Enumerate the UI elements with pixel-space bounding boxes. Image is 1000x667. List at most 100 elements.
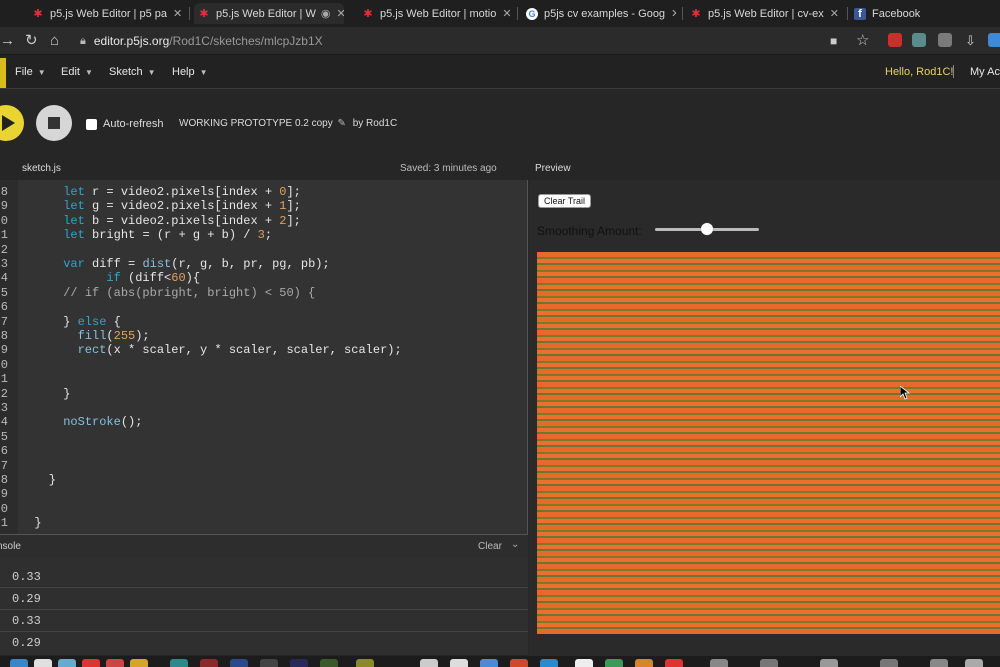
app-icon[interactable] bbox=[130, 659, 148, 667]
app-icon[interactable] bbox=[356, 659, 374, 667]
facebook-icon: f bbox=[854, 7, 866, 20]
back-arrow-icon[interactable]: → bbox=[0, 32, 15, 50]
close-icon[interactable]: ✕ bbox=[502, 7, 511, 20]
close-icon[interactable]: ✕ bbox=[671, 7, 676, 20]
app-icon[interactable] bbox=[320, 659, 338, 667]
browser-toolbar: → ↻ ⌂ 🔒︎ editor.p5js.org /Rod1C/sketches… bbox=[0, 27, 1000, 55]
download-icon[interactable]: ⇩ bbox=[965, 32, 976, 50]
console-clear-button[interactable]: Clear bbox=[478, 541, 502, 552]
close-icon[interactable]: ✕ bbox=[830, 7, 839, 20]
menu-file[interactable]: File ▼ bbox=[15, 66, 46, 78]
sketch-canvas[interactable] bbox=[537, 252, 1000, 634]
app-icon[interactable] bbox=[820, 659, 838, 667]
my-account-link[interactable]: My Ac bbox=[970, 66, 1000, 78]
close-icon[interactable]: ✕ bbox=[336, 7, 344, 20]
console-divider bbox=[0, 587, 528, 588]
menu-label: Sketch bbox=[109, 66, 143, 78]
line-number: 7 bbox=[0, 458, 8, 473]
line-number: 1 bbox=[0, 516, 8, 531]
browser-tab[interactable]: ✱ p5.js Web Editor | motio ✕ bbox=[362, 3, 512, 24]
file-tab[interactable]: sketch.js bbox=[22, 163, 61, 174]
extension-icon[interactable] bbox=[988, 33, 1000, 47]
home-icon[interactable]: ⌂ bbox=[50, 32, 59, 50]
browser-tab[interactable]: ✱ p5.js Web Editor | p5 pa ✕ bbox=[32, 3, 182, 24]
app-icon[interactable] bbox=[106, 659, 124, 667]
app-icon[interactable] bbox=[260, 659, 278, 667]
browser-tab[interactable]: G p5js cv examples - Goog ✕ bbox=[526, 3, 676, 24]
app-icon[interactable] bbox=[760, 659, 778, 667]
adblock-icon[interactable] bbox=[888, 33, 902, 47]
app-icon[interactable] bbox=[480, 659, 498, 667]
line-gutter: 8 9 0 1 2 3 4 5 6 7 8 9 0 1 2 3 4 5 6 7 … bbox=[0, 180, 18, 534]
app-icon[interactable] bbox=[230, 659, 248, 667]
app-icon[interactable] bbox=[34, 659, 52, 667]
tab-divider bbox=[847, 7, 848, 20]
app-icon[interactable] bbox=[290, 659, 308, 667]
camera-icon[interactable]: ■ bbox=[830, 32, 837, 50]
smoothing-label: Smoothing Amount: bbox=[537, 224, 642, 238]
smoothing-slider-thumb[interactable] bbox=[701, 223, 713, 235]
code-line: rect(x * scaler, y * scaler, scaler, sca… bbox=[77, 343, 402, 358]
extension-icon[interactable] bbox=[912, 33, 926, 47]
app-icon[interactable] bbox=[965, 659, 983, 667]
app-icon[interactable] bbox=[170, 659, 188, 667]
line-number: 5 bbox=[0, 429, 8, 444]
auto-refresh-toggle[interactable]: Auto-refresh bbox=[86, 118, 164, 130]
app-icon[interactable] bbox=[635, 659, 653, 667]
code-line: } bbox=[20, 473, 57, 487]
app-icon[interactable] bbox=[200, 659, 218, 667]
extension-icon[interactable] bbox=[938, 33, 952, 47]
app-icon[interactable] bbox=[450, 659, 468, 667]
line-number: 6 bbox=[0, 444, 8, 459]
editor-header: sketch.js Saved: 3 minutes ago bbox=[0, 157, 528, 179]
app-icon[interactable] bbox=[58, 659, 76, 667]
browser-tab-strip: ✱ p5.js Web Editor | p5 pa ✕ ✱ p5.js Web… bbox=[0, 0, 1000, 27]
app-icon[interactable] bbox=[10, 659, 28, 667]
code-line: } bbox=[20, 516, 42, 531]
stop-button[interactable] bbox=[36, 105, 72, 141]
app-icon[interactable] bbox=[930, 659, 948, 667]
chevron-down-icon[interactable]: ⌄ bbox=[511, 539, 519, 550]
url-path: /Rod1C/sketches/mlcpJzb1X bbox=[169, 34, 323, 48]
browser-tab[interactable]: ✱ p5.js Web Editor | cv-ex ✕ bbox=[690, 3, 840, 24]
code-editor[interactable]: 8 9 0 1 2 3 4 5 6 7 8 9 0 1 2 3 4 5 6 7 … bbox=[0, 180, 528, 534]
code-line: var diff = dist(r, g, b, pr, pg, pb); bbox=[63, 257, 330, 271]
chevron-down-icon: ▼ bbox=[84, 68, 93, 77]
reload-icon[interactable]: ↻ bbox=[25, 32, 38, 50]
auto-refresh-checkbox[interactable] bbox=[86, 118, 97, 130]
user-greeting[interactable]: Hello, Rod1C! bbox=[885, 66, 953, 78]
line-number: 1 bbox=[0, 228, 8, 243]
menu-divider bbox=[953, 65, 954, 78]
app-icon[interactable] bbox=[420, 659, 438, 667]
menu-help[interactable]: Help ▼ bbox=[172, 66, 208, 78]
menu-sketch[interactable]: Sketch ▼ bbox=[109, 66, 156, 78]
line-number: 0 bbox=[0, 357, 8, 372]
line-number: 4 bbox=[0, 271, 8, 286]
star-icon[interactable]: ☆ bbox=[856, 32, 869, 50]
app-icon[interactable] bbox=[575, 659, 593, 667]
line-number: 0 bbox=[0, 501, 8, 516]
pencil-icon[interactable]: ✎ bbox=[338, 118, 346, 129]
browser-tab[interactable]: f Facebook bbox=[854, 3, 1000, 24]
saved-status: Saved: 3 minutes ago bbox=[400, 163, 497, 174]
app-icon[interactable] bbox=[880, 659, 898, 667]
menu-edit[interactable]: Edit ▼ bbox=[61, 66, 93, 78]
line-number: 3 bbox=[0, 257, 8, 271]
close-icon[interactable]: ✕ bbox=[173, 7, 182, 20]
url-bar[interactable]: 🔒︎ editor.p5js.org /Rod1C/sketches/mlcpJ… bbox=[80, 31, 323, 51]
play-button[interactable] bbox=[0, 105, 24, 141]
app-icon[interactable] bbox=[82, 659, 100, 667]
app-icon[interactable] bbox=[540, 659, 558, 667]
browser-tab-active[interactable]: ✱ p5.js Web Editor | W ◉ ✕ bbox=[194, 3, 344, 24]
project-name[interactable]: WORKING PROTOTYPE 0.2 copy ✎ by Rod1C bbox=[179, 118, 397, 129]
app-icon[interactable] bbox=[665, 659, 683, 667]
app-icon[interactable] bbox=[510, 659, 528, 667]
chevron-down-icon: ▼ bbox=[37, 68, 46, 77]
google-icon: G bbox=[526, 7, 538, 20]
p5-logo[interactable] bbox=[0, 58, 6, 88]
app-icon[interactable] bbox=[605, 659, 623, 667]
code-line: } else { bbox=[20, 314, 121, 329]
clear-trail-button[interactable]: Clear Trail bbox=[538, 194, 592, 208]
app-icon[interactable] bbox=[710, 659, 728, 667]
sketch-toolbar: Auto-refresh WORKING PROTOTYPE 0.2 copy … bbox=[0, 90, 1000, 156]
